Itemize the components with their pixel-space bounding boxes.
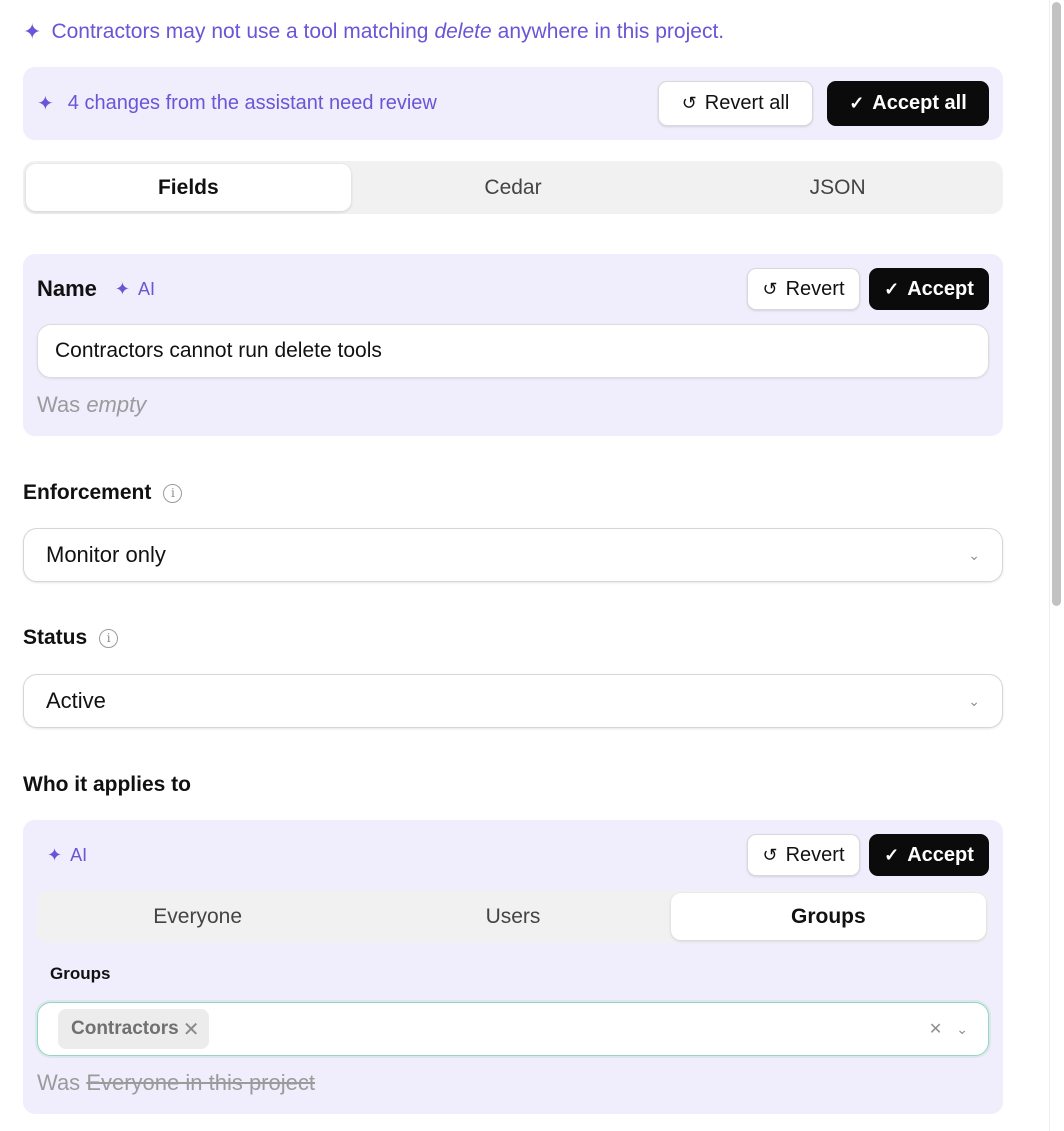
groups-label: Groups [50,964,111,983]
groups-multiselect[interactable]: Contractors ✕ ✕ ⌄ [37,1002,989,1056]
tab-groups[interactable]: Groups [670,893,986,940]
review-message-text: 4 changes from the assistant need review [67,92,437,114]
name-previous-value: Was empty [37,392,146,418]
enforcement-select[interactable]: Monitor only ⌄ [23,528,1003,582]
name-input[interactable]: Contractors cannot run delete tools [37,324,989,378]
sparkle-icon: ✦ [37,93,54,115]
group-chip: Contractors ✕ [58,1009,210,1049]
who-card-header: ✦ AI ↺ Revert ✓ Accept [37,834,989,876]
summary-keyword: delete [434,20,492,43]
who-previous-value: Was Everyone in this project [37,1070,315,1096]
name-change-card: Name ✦ AI ↺ Revert ✓ Accept Contractors … [23,254,1003,436]
who-applies-label-text: Who it applies to [23,773,191,796]
accept-all-label: Accept all [872,92,967,114]
chevron-down-icon[interactable]: ⌄ [956,1021,968,1038]
revert-label: Revert [785,843,845,866]
accept-all-button[interactable]: ✓ Accept all [827,81,989,126]
sparkle-icon: ✦ [23,19,42,44]
info-icon[interactable]: i [163,483,183,503]
ai-badge: ✦ AI [115,279,747,300]
status-select[interactable]: Active ⌄ [23,674,1003,728]
name-label: Name [37,276,97,301]
accept-who-button[interactable]: ✓ Accept [869,834,989,876]
previous-audience: Everyone in this project [86,1070,315,1095]
previous-empty: empty [86,392,147,417]
close-icon[interactable]: ✕ [183,1017,200,1042]
revert-name-button[interactable]: ↺ Revert [747,268,860,310]
summary-suffix: anywhere in this project. [497,20,725,43]
check-icon: ✓ [884,278,900,299]
group-chip-label: Contractors [71,1018,179,1039]
audience-tabs: Everyone Users Groups [37,890,989,943]
revert-all-label: Revert all [704,92,790,114]
enforcement-value: Monitor only [46,542,166,567]
review-message: ✦ 4 changes from the assistant need revi… [37,91,658,116]
info-icon[interactable]: i [99,628,119,648]
chevron-down-icon: ⌄ [968,546,980,563]
check-icon: ✓ [884,844,900,865]
revert-label: Revert [785,277,845,300]
ai-badge-text: AI [138,278,156,299]
enforcement-label: Enforcement i [23,477,183,509]
revert-icon: ↺ [762,844,778,865]
tab-json[interactable]: JSON [675,164,1000,211]
sparkle-icon: ✦ [114,278,131,299]
enforcement-label-text: Enforcement [23,481,152,504]
name-card-header: Name ✦ AI ↺ Revert ✓ Accept [37,268,989,310]
view-tabs: Fields Cedar JSON [23,161,1003,214]
summary-prefix: Contractors may not use a tool matching [51,20,429,43]
scrollbar-thumb[interactable] [1052,2,1061,606]
revert-icon: ↺ [681,93,697,113]
who-change-card: ✦ AI ↺ Revert ✓ Accept Everyone Users Gr… [23,820,1003,1114]
ai-badge-text: AI [70,844,88,865]
ai-badge: ✦ AI [47,845,747,866]
tab-fields[interactable]: Fields [26,164,351,211]
was-prefix: Was [37,392,81,417]
check-icon: ✓ [849,93,865,113]
accept-label: Accept [907,277,974,300]
accept-label: Accept [907,843,974,866]
revert-all-button[interactable]: ↺ Revert all [658,81,813,126]
tab-cedar[interactable]: Cedar [351,164,676,211]
revert-who-button[interactable]: ↺ Revert [747,834,860,876]
status-label: Status i [23,622,119,654]
policy-summary: ✦ Contractors may not use a tool matchin… [23,16,724,48]
tab-users[interactable]: Users [355,893,670,940]
revert-icon: ↺ [762,278,778,299]
was-prefix: Was [37,1070,81,1095]
tab-everyone[interactable]: Everyone [40,893,355,940]
sparkle-icon: ✦ [47,844,63,865]
who-applies-label: Who it applies to [23,769,191,801]
status-label-text: Status [23,626,88,649]
review-banner: ✦ 4 changes from the assistant need revi… [23,67,1003,140]
clear-icon[interactable]: ✕ [929,1019,942,1039]
status-value: Active [46,688,106,713]
chevron-down-icon: ⌄ [968,692,980,709]
scrollbar[interactable] [1049,0,1064,1131]
accept-name-button[interactable]: ✓ Accept [869,268,989,310]
